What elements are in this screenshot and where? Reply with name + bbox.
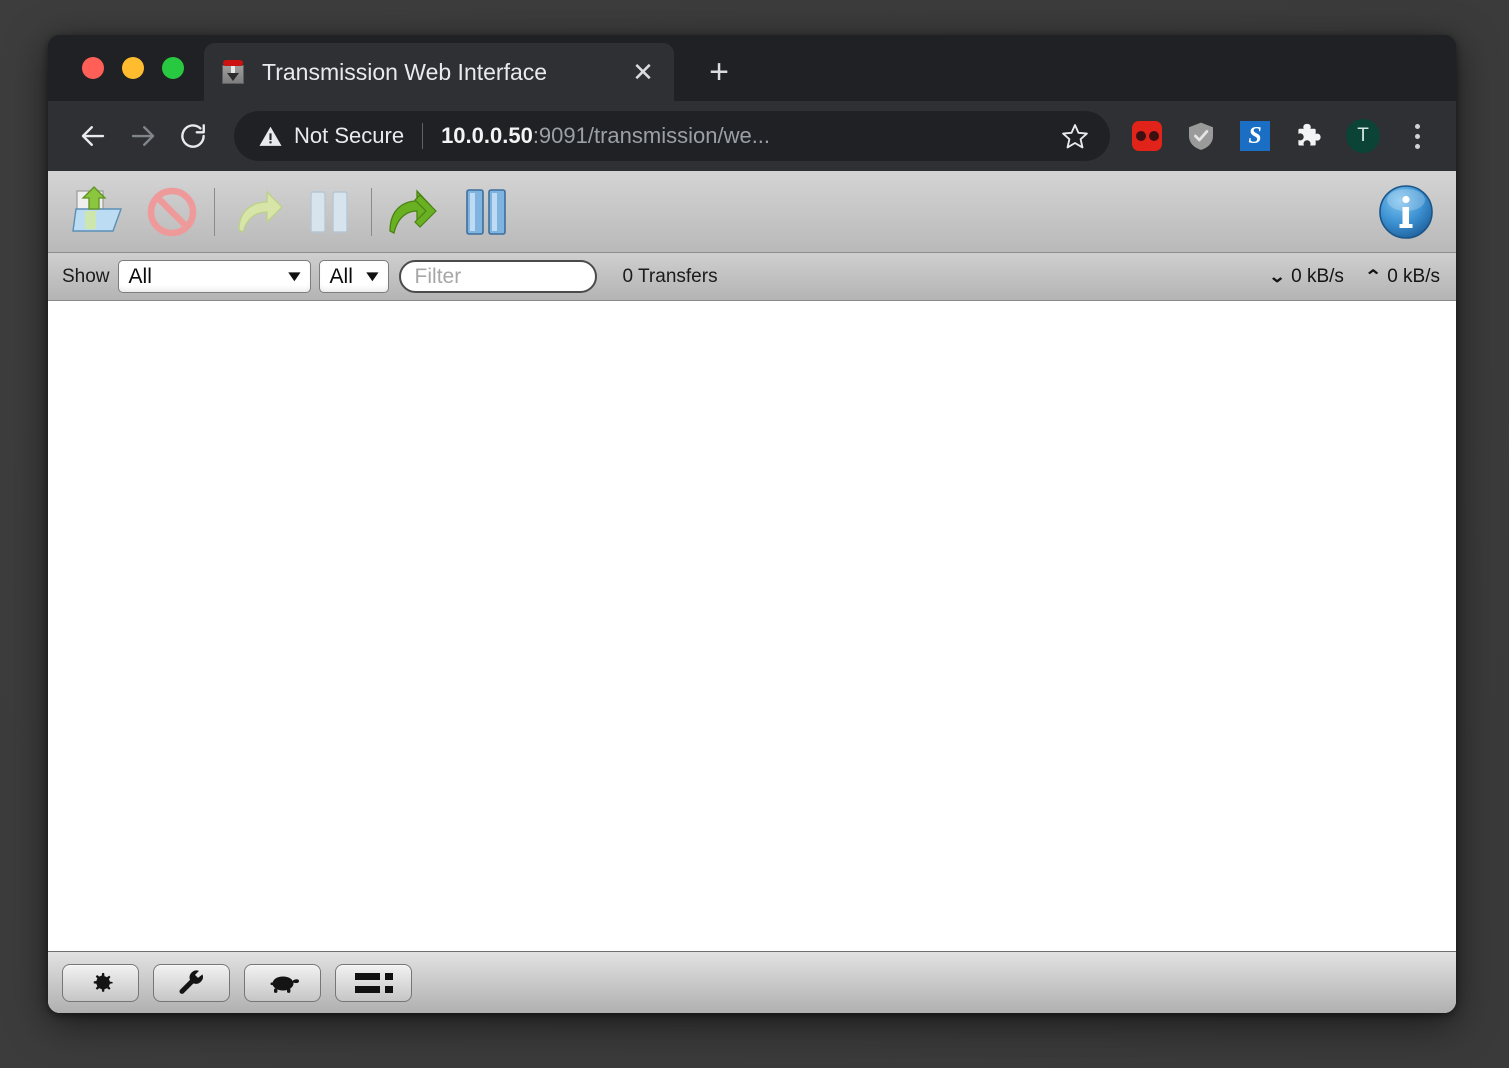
toolbar-separator-2 bbox=[371, 187, 372, 236]
gear-icon bbox=[93, 972, 113, 992]
transfers-count: 0 Transfers bbox=[622, 265, 718, 287]
alt-speed-button[interactable] bbox=[244, 963, 321, 1002]
tracker-filter-select[interactable]: All ▼ bbox=[318, 260, 389, 293]
profile-avatar[interactable]: T bbox=[1346, 119, 1380, 153]
forward-button[interactable] bbox=[118, 111, 168, 161]
download-speed-indicator: ⌄ 0 kB/s bbox=[1268, 265, 1344, 288]
preferences-button[interactable] bbox=[62, 963, 139, 1002]
speed-indicators: ⌄ 0 kB/s ⌃ 0 kB/s bbox=[1268, 265, 1440, 288]
not-secure-warning-icon bbox=[258, 124, 283, 149]
upload-speed-value: 0 kB/s bbox=[1387, 265, 1440, 287]
puzzle-extensions-icon[interactable] bbox=[1292, 119, 1326, 153]
lastpass-extension-icon[interactable] bbox=[1130, 119, 1164, 153]
address-bar[interactable]: Not Secure 10.0.0.50:9091/transmission/w… bbox=[234, 111, 1110, 161]
show-label: Show bbox=[62, 265, 110, 287]
transmission-web-interface: Show All ▼ All ▼ 0 Transfers ⌄ 0 kB/s ⌃ bbox=[48, 171, 1456, 1013]
reload-button[interactable] bbox=[168, 111, 218, 161]
maximize-window-button[interactable] bbox=[162, 57, 184, 79]
status-filter-value: All bbox=[128, 264, 152, 288]
back-button[interactable] bbox=[68, 111, 118, 161]
filter-input[interactable] bbox=[398, 260, 597, 293]
wrench-icon bbox=[179, 969, 203, 994]
browser-nav-bar: Not Secure 10.0.0.50:9091/transmission/w… bbox=[48, 101, 1456, 171]
download-speed-value: 0 kB/s bbox=[1291, 265, 1344, 287]
profile-avatar-initial: T bbox=[1346, 119, 1380, 153]
chrome-menu-icon[interactable] bbox=[1400, 119, 1434, 153]
remove-torrent-button[interactable] bbox=[136, 179, 208, 245]
s-extension-label: S bbox=[1240, 121, 1270, 151]
inspector-button[interactable] bbox=[1370, 179, 1442, 245]
transmission-toolbar bbox=[48, 171, 1456, 253]
s-extension-icon[interactable]: S bbox=[1238, 119, 1272, 153]
pause-all-button[interactable] bbox=[450, 179, 522, 245]
window-controls bbox=[48, 35, 204, 101]
shield-extension-icon[interactable] bbox=[1184, 119, 1218, 153]
url-path: :9091/transmission/we... bbox=[532, 123, 771, 148]
close-window-button[interactable] bbox=[82, 57, 104, 79]
chevron-up-icon: ⌃ bbox=[1364, 266, 1382, 286]
close-tab-icon[interactable]: ✕ bbox=[626, 55, 660, 89]
transmission-filter-bar: Show All ▼ All ▼ 0 Transfers ⌄ 0 kB/s ⌃ bbox=[48, 253, 1456, 301]
chevron-down-icon: ⌄ bbox=[1268, 266, 1286, 286]
extension-icons: S T bbox=[1130, 119, 1434, 153]
open-torrent-button[interactable] bbox=[64, 179, 136, 245]
start-all-button[interactable] bbox=[378, 179, 450, 245]
chevron-down-icon: ▼ bbox=[283, 268, 305, 285]
status-filter-select[interactable]: All ▼ bbox=[117, 260, 311, 293]
torrent-list[interactable] bbox=[48, 301, 1456, 951]
tab-strip: Transmission Web Interface ✕ + bbox=[48, 35, 1456, 101]
url-text: 10.0.0.50:9091/transmission/we... bbox=[441, 123, 1046, 149]
new-tab-button[interactable]: + bbox=[696, 49, 742, 95]
transmission-favicon bbox=[220, 59, 246, 85]
security-status-text: Not Secure bbox=[294, 123, 405, 148]
transmission-status-bar bbox=[48, 951, 1456, 1013]
pause-button[interactable] bbox=[293, 179, 365, 245]
chevron-down-icon: ▼ bbox=[361, 268, 383, 285]
turtle-icon bbox=[270, 976, 299, 993]
inspector-toggle-button[interactable] bbox=[153, 963, 230, 1002]
tab-title: Transmission Web Interface bbox=[262, 58, 548, 85]
url-host: 10.0.0.50 bbox=[441, 123, 533, 148]
tracker-filter-value: All bbox=[329, 264, 353, 288]
browser-tab-active[interactable]: Transmission Web Interface ✕ bbox=[204, 43, 674, 101]
resume-button[interactable] bbox=[221, 179, 293, 245]
statistics-button[interactable] bbox=[335, 963, 412, 1002]
browser-window: Transmission Web Interface ✕ + Not Secur… bbox=[48, 35, 1456, 1013]
lines-icon bbox=[354, 972, 393, 993]
upload-speed-indicator: ⌃ 0 kB/s bbox=[1364, 265, 1440, 288]
omnibox-divider bbox=[422, 123, 424, 149]
toolbar-separator-1 bbox=[214, 187, 215, 236]
bookmark-star-icon[interactable] bbox=[1058, 119, 1092, 153]
minimize-window-button[interactable] bbox=[122, 57, 144, 79]
